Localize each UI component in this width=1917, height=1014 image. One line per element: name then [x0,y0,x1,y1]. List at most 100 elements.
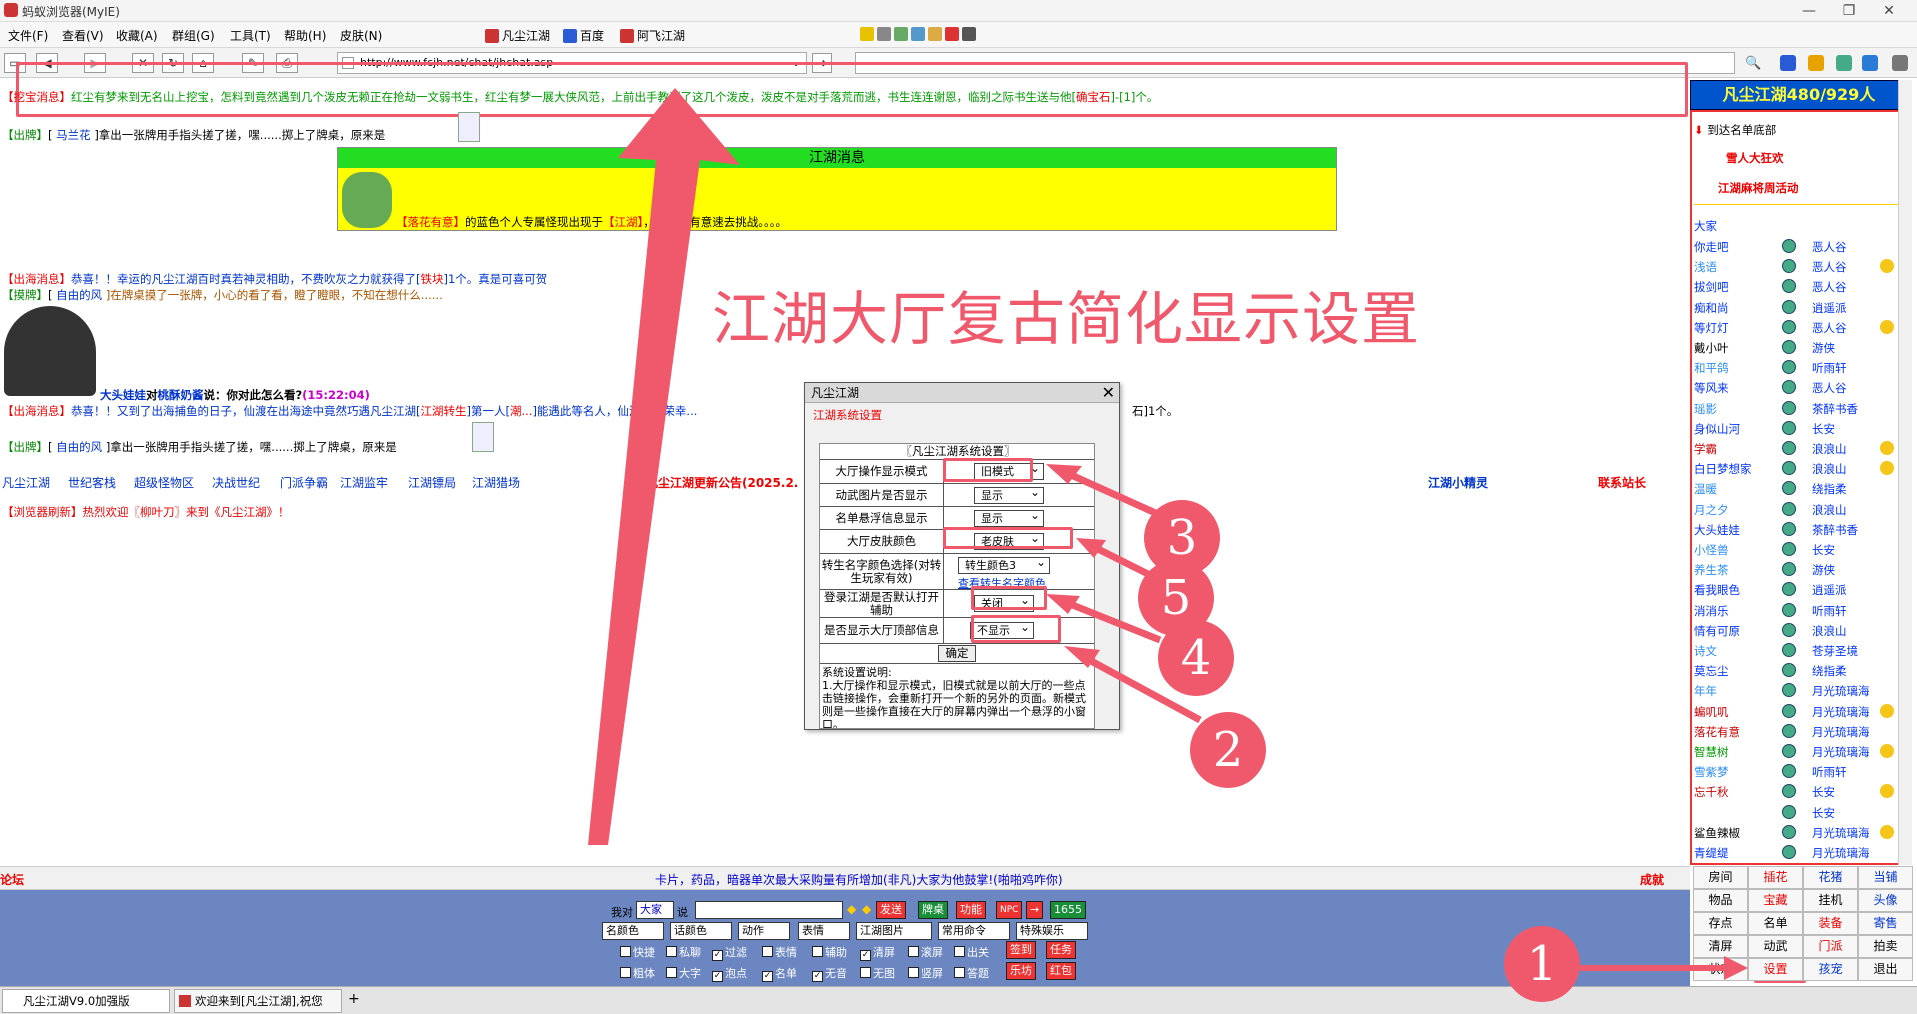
link-item[interactable]: 凡尘江湖 [2,474,50,491]
menu-tools[interactable]: 工具(T) [230,27,271,44]
checkbox-box[interactable] [860,967,871,978]
helper-link[interactable]: 江湖小精灵 [1428,474,1488,491]
user-row[interactable]: 小怪兽 长安 [1694,540,1894,559]
menu-skin[interactable]: 皮肤(N) [340,27,382,44]
plane-icon[interactable] [860,27,874,41]
user-all[interactable]: 大家 [1694,218,1717,234]
checkbox-box[interactable] [762,946,773,957]
online-list-scrollbar[interactable] [1898,80,1912,865]
checkbox-box[interactable]: ✓ [812,971,823,982]
command-2-2-button[interactable]: 装备 [1803,912,1858,935]
baidu-search-icon[interactable] [1780,55,1796,71]
option-checkbox[interactable]: 竖屏 [908,965,943,981]
command-4-1-button[interactable]: 设置 [1748,958,1803,981]
signin-button[interactable]: 签到 [1006,941,1036,959]
announcement-link[interactable]: 凡尘江湖更新公告(2025.2. [646,474,798,491]
checkbox-box[interactable] [620,946,631,957]
music-button[interactable]: 乐坊 [1006,962,1036,980]
combat-image-select[interactable]: 显示 [974,485,1044,504]
common-command-select[interactable]: 常用命令 [938,922,1010,940]
tab-fcjh[interactable]: 凡尘江湖V9.0加强版 [2,989,170,1013]
fav-afei[interactable]: 阿飞江湖 [620,27,685,44]
link-item[interactable]: 江湖猎场 [472,474,520,491]
user-row[interactable]: 白日梦想家 浪浪山 [1694,459,1894,478]
achievement-link[interactable]: 成就 [1640,871,1664,888]
user-row[interactable]: 长安 [1694,803,1894,822]
send-button[interactable]: 发送 [876,901,906,919]
link-item[interactable]: 江湖镖局 [408,474,456,491]
command-1-3-button[interactable]: 头像 [1858,889,1913,912]
command-4-3-button[interactable]: 退出 [1858,958,1913,981]
command-0-2-button[interactable]: 花猪 [1803,866,1858,889]
goto-bottom-link[interactable]: ⬇ 到达名单底部 [1694,122,1776,138]
user-row[interactable]: 养生茶 游侠 [1694,560,1894,579]
function-button[interactable]: 功能 [956,901,986,919]
window-icon[interactable] [1862,55,1878,71]
tab-welcome[interactable]: 欢迎来到[凡尘江湖],祝您 [174,989,342,1013]
fav-baidu[interactable]: 百度 [563,27,604,44]
option-checkbox[interactable]: 大字 [666,965,701,981]
option-checkbox[interactable]: 粗体 [620,965,655,981]
user-row[interactable]: 和平鸽 听雨轩 [1694,358,1894,377]
highlight-icon[interactable] [1808,55,1824,71]
option-checkbox[interactable]: 答题 [954,965,989,981]
task-button[interactable]: 任务 [1046,941,1076,959]
message-input[interactable] [695,901,843,919]
option-checkbox[interactable]: 私聊 [666,944,701,960]
emote-select[interactable]: 表情 [798,922,850,940]
action-select[interactable]: 动作 [738,922,790,940]
option-checkbox[interactable]: 辅助 [812,944,847,960]
checkbox-box[interactable] [620,967,631,978]
command-4-2-button[interactable]: 孩宠 [1803,958,1858,981]
command-3-2-button[interactable]: 门派 [1803,935,1858,958]
user-link[interactable]: 自由的风 [56,440,102,454]
note-icon[interactable] [894,27,908,41]
fav-fcjh[interactable]: 凡尘江湖 [485,27,550,44]
checkbox-box[interactable]: ✓ [860,950,871,961]
user-row[interactable]: 看我眼色 逍遥派 [1694,580,1894,599]
command-1-1-button[interactable]: 宝藏 [1748,889,1803,912]
user-row[interactable]: 瑶影 茶醉书香 [1694,399,1894,418]
rebirth-color-select[interactable]: 转生颜色3 [958,555,1050,574]
menu-file[interactable]: 文件(F) [8,27,48,44]
checkbox-box[interactable] [812,946,823,957]
jh-image-select[interactable]: 江湖图片 [856,922,932,940]
hover-info-select[interactable]: 显示 [974,508,1044,527]
user-row[interactable]: 身似山河 长安 [1694,419,1894,438]
option-checkbox[interactable]: ✓ 清屏 [860,944,895,961]
user-row[interactable]: 诗文 苍芽圣境 [1694,641,1894,660]
text-color-select[interactable]: 话颜色 [670,922,732,940]
emoji-icon[interactable]: ◆ [847,902,856,916]
user-row[interactable]: 消消乐 听雨轩 [1694,601,1894,620]
kid-icon[interactable] [962,27,976,41]
link-item[interactable]: 世纪客栈 [68,474,116,491]
command-0-3-button[interactable]: 当铺 [1858,866,1913,889]
command-0-0-button[interactable]: 房间 [1693,866,1748,889]
checkbox-box[interactable] [908,946,919,957]
contact-link[interactable]: 联系站长 [1598,474,1646,491]
command-2-1-button[interactable]: 名单 [1748,912,1803,935]
command-0-1-button[interactable]: 插花 [1748,866,1803,889]
user-row[interactable]: 月之夕 浪浪山 [1694,500,1894,519]
red-packet-button[interactable]: 红包 [1046,962,1076,980]
user-row[interactable]: 莫忘尘 绕指柔 [1694,661,1894,680]
checkbox-box[interactable] [666,946,677,957]
user-row[interactable]: 青缇缇 月光琉璃海 [1694,843,1894,862]
command-1-2-button[interactable]: 挂机 [1803,889,1858,912]
user-row[interactable]: 你走吧 恶人谷 [1694,237,1894,256]
link-item[interactable]: 门派争霸 [280,474,328,491]
menu-help[interactable]: 帮助(H) [284,27,326,44]
command-1-0-button[interactable]: 物品 [1693,889,1748,912]
link-item[interactable]: 超级怪物区 [134,474,194,491]
event-link[interactable]: 雪人大狂欢 [1726,150,1784,166]
mask-icon[interactable] [877,27,891,41]
maximize-button[interactable]: ❐ [1829,0,1869,22]
command-3-3-button[interactable]: 拍卖 [1858,935,1913,958]
arrow-button[interactable]: → [1026,901,1044,919]
user-row[interactable]: 戴小叶 游侠 [1694,338,1894,357]
command-3-1-button[interactable]: 动武 [1748,935,1803,958]
weibo-icon[interactable] [945,27,959,41]
checkbox-box[interactable] [666,967,677,978]
command-2-0-button[interactable]: 存点 [1693,912,1748,935]
user-row[interactable]: 年年 月光琉璃海 [1694,681,1894,700]
